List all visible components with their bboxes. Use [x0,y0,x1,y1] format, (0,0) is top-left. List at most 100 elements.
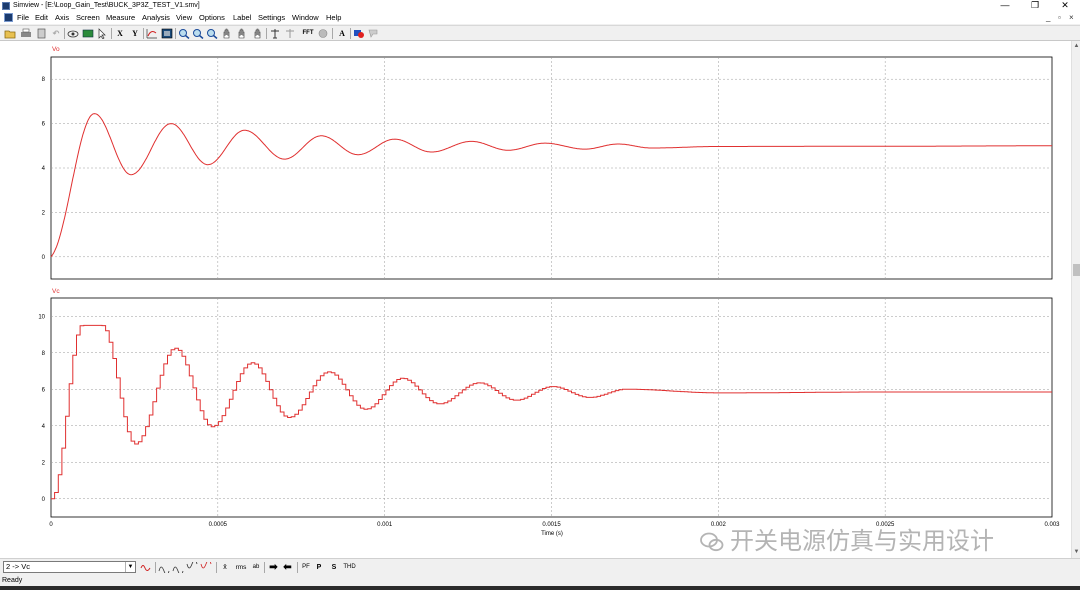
y-axis-button[interactable]: Y [129,28,141,39]
toolbar-separator [64,28,65,39]
top-y-tick-label: 0 [42,255,46,261]
screen-select-icon[interactable] [161,28,173,39]
menu-analysis[interactable]: Analysis [142,13,170,23]
chevron-down-icon[interactable]: ▼ [125,562,135,572]
pan-hand-icon[interactable] [221,28,233,39]
watermark: 开关电源仿真与实用设计 [700,528,1050,556]
measure-cursor-disabled-icon[interactable] [284,28,296,39]
menu-file[interactable]: File [17,13,29,23]
scroll-down-icon[interactable]: ▼ [1073,548,1080,556]
x-axis-button[interactable]: X [114,28,126,39]
status-bar: Ready [0,576,1080,586]
menu-label[interactable]: Label [233,13,251,23]
bottom-y-tick-label: 2 [42,460,46,466]
bottom-trace-label: Vc [52,288,60,295]
toolbar-separator [175,28,176,39]
fft-button[interactable]: FFT [301,28,315,39]
screen-icon[interactable] [82,28,94,39]
print-icon[interactable] [20,28,32,39]
signal-select-value: 2 -> Vc [6,562,30,571]
menu-window[interactable]: Window [292,13,319,23]
waveform-plots[interactable]: Time (s) 0246802468100 0.0005 0.001 0.0015 0… [0,41,1071,558]
bottom-x-tick-label: 0 [49,522,53,528]
bottom-x-tick-label: 0.0015 [542,522,561,528]
abs-button[interactable]: ab [251,562,261,573]
thd-button[interactable]: THD [343,562,356,573]
menu-help[interactable]: Help [326,13,341,23]
toolbar-separator [297,562,298,573]
mdi-minimize-button[interactable]: _ [1046,13,1050,23]
toolbar-separator [332,28,333,39]
simview-app-icon [2,2,10,10]
restore-button[interactable]: ❐ [1020,0,1050,12]
title-bar: Simview - [E:\Loop_Gain_Test\BUCK_3P3Z_T… [0,0,1080,12]
mean-button[interactable]: x̄ [220,562,230,573]
arrow-right-icon[interactable]: ➡ [268,562,279,573]
menu-settings[interactable]: Settings [258,13,285,23]
waveform-sine-icon[interactable] [140,562,152,573]
s-button[interactable]: S [330,562,338,573]
arrow-left-icon[interactable]: ⬅ [282,562,293,573]
marker-icon[interactable] [353,28,365,39]
measure-cursor-icon[interactable] [269,28,281,39]
text-label-button[interactable]: A [336,28,348,39]
hand-tool-icon[interactable] [236,28,248,39]
record-circle-icon[interactable] [317,28,329,39]
mdi-close-button[interactable]: × [1069,13,1074,23]
signal-select[interactable]: 2 -> Vc ▼ [3,561,136,573]
menu-edit[interactable]: Edit [35,13,48,23]
open-folder-icon[interactable] [4,28,16,39]
max-peak-icon[interactable] [158,562,170,576]
toolbar-separator [350,28,351,39]
mdi-restore-button[interactable]: ▫ [1058,13,1061,23]
bottom-x-tick-label: 0.001 [377,522,393,528]
bottom-y-tick-label: 6 [42,387,46,393]
wechat-logo-icon [700,532,724,552]
pointer-disabled-icon[interactable] [367,28,379,39]
toolbar-separator [155,562,156,573]
toolbar-separator [264,562,265,573]
next-max-icon[interactable] [172,562,184,576]
toolbar-separator [266,28,267,39]
toolbar-separator [143,28,144,39]
plot-area: Time (s) 0 2 4 6 8 0 2 4 6 8 10 0 0.0005 0.001 0.0015 0… [0,41,1071,558]
top-y-tick-label: 4 [42,166,46,172]
zoom-out-icon[interactable] [192,28,204,40]
next-min-icon[interactable] [200,559,212,573]
zoom-fit-icon[interactable] [206,28,218,40]
vertical-scrollbar[interactable]: ▲ ▼ [1071,41,1080,558]
toolbar-separator [216,562,217,573]
close-button[interactable]: ✕ [1050,0,1080,12]
menu-bar: File Edit Axis Screen Measure Analysis V… [0,12,1080,24]
preview-eye-icon[interactable] [67,28,79,39]
minimize-button[interactable]: — [990,0,1020,12]
scroll-thumb[interactable] [1073,264,1080,276]
pf-button[interactable]: PF [301,562,311,573]
menu-axis[interactable]: Axis [55,13,69,23]
copy-icon[interactable] [36,28,48,39]
undo-icon[interactable]: ↶ [50,28,62,39]
top-y-tick-label: 2 [42,210,46,216]
select-pointer-icon[interactable] [96,28,108,40]
bottom-toolbar: 2 -> Vc ▼ x̄ rms ab ➡ ⬅ PF P S THD [0,558,1080,576]
min-peak-icon[interactable] [186,559,198,573]
bottom-y-tick-label: 4 [42,424,46,430]
bottom-y-tick-label: 10 [38,314,45,320]
scroll-up-icon[interactable]: ▲ [1073,42,1080,50]
plot-curve-icon[interactable] [146,28,158,39]
menu-view[interactable]: View [176,13,192,23]
bottom-y-tick-label: 8 [42,351,46,357]
p-button[interactable]: P [315,562,323,573]
menu-screen[interactable]: Screen [76,13,100,23]
watermark-text: 开关电源仿真与实用设计 [730,528,994,555]
taskbar [0,586,1080,590]
menu-options[interactable]: Options [199,13,225,23]
document-icon[interactable] [4,13,13,22]
rms-button[interactable]: rms [234,562,248,573]
menu-measure[interactable]: Measure [106,13,135,23]
cursor-hand-icon[interactable] [252,28,264,39]
zoom-in-icon[interactable] [178,28,190,40]
toolbar-separator [111,28,112,39]
bottom-x-tick-label: 0.0005 [209,522,228,528]
status-text: Ready [2,577,23,584]
